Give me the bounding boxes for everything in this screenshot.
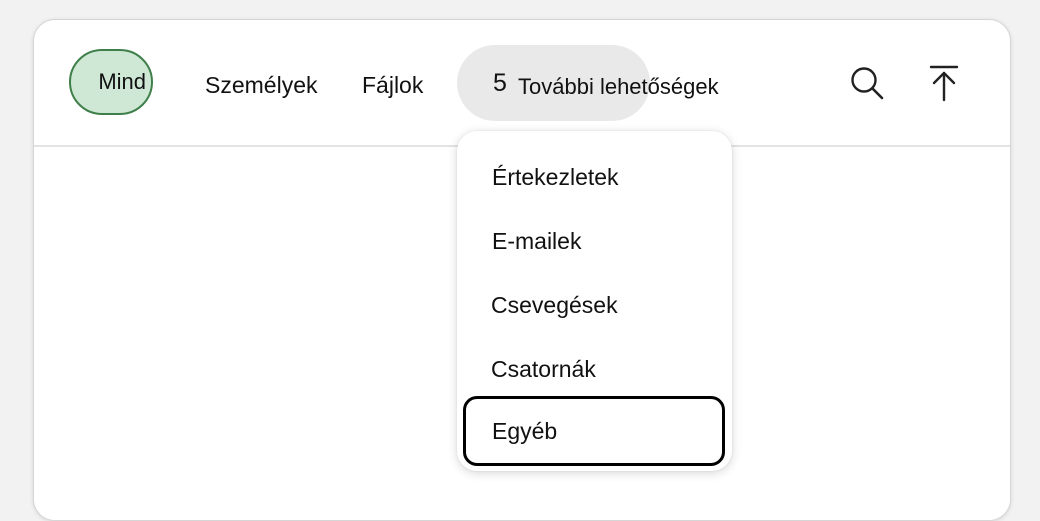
menu-item-label: Értekezletek [492, 163, 619, 190]
menu-item-label: Csevegések [491, 291, 618, 318]
menu-item-label: Egyéb [492, 417, 558, 444]
menu-item-label: E-mailek [492, 227, 582, 254]
menu-item-chats[interactable]: Csevegések [457, 275, 732, 335]
menu-item-emails[interactable]: E-mailek [457, 211, 732, 271]
filter-bar: Mind Személyek Fájlok 5 További lehetősé… [34, 20, 1010, 147]
search-icon [851, 67, 884, 100]
filter-files-tab[interactable]: Fájlok [362, 70, 423, 100]
more-options-dropdown: Értekezletek E-mailek Csevegések Csatorn… [457, 131, 732, 471]
menu-item-meetings[interactable]: Értekezletek [457, 147, 732, 207]
search-button[interactable] [845, 61, 889, 105]
filter-all-button[interactable]: Mind [69, 49, 153, 115]
menu-item-label: Csatornák [491, 355, 596, 382]
more-options-label[interactable]: További lehetőségek [518, 72, 719, 102]
more-options-count: 5 [493, 69, 507, 97]
collapse-button[interactable] [922, 61, 966, 105]
filter-people-tab[interactable]: Személyek [205, 70, 317, 100]
filter-all-label: Mind [98, 69, 146, 94]
menu-item-other[interactable]: Egyéb [463, 396, 725, 466]
menu-item-channels[interactable]: Csatornák [457, 339, 732, 399]
arrow-up-to-top-icon [929, 65, 959, 102]
